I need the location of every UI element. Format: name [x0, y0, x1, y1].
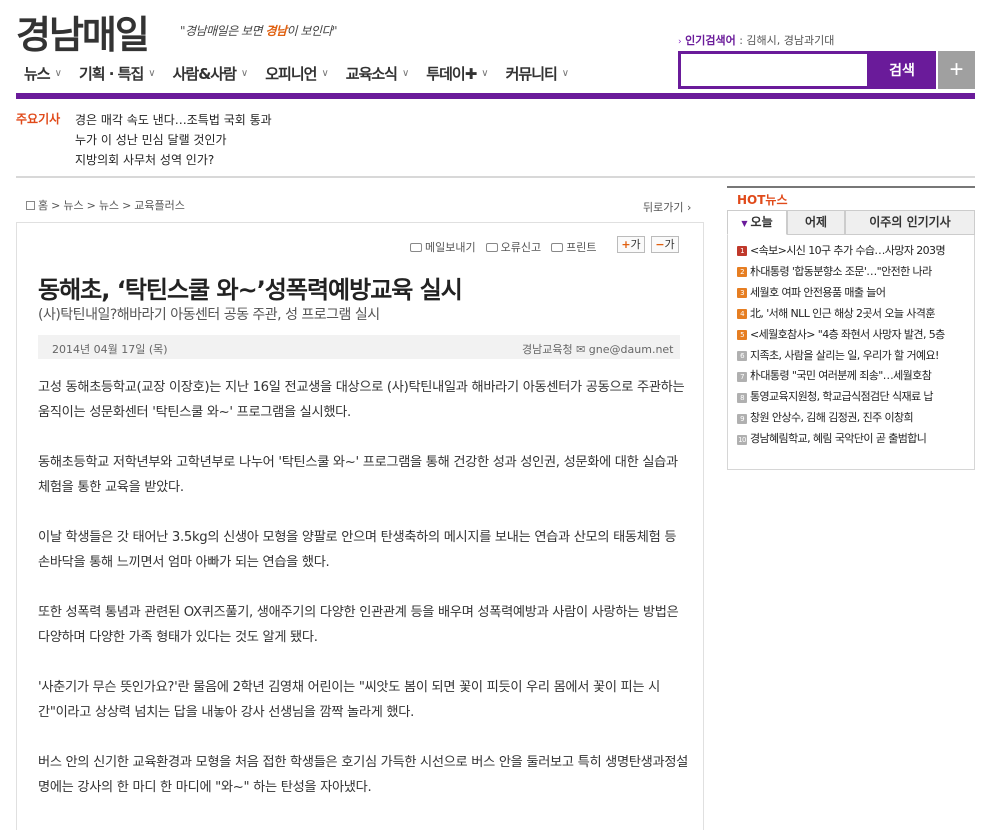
chevron-down-icon: ∨: [561, 68, 569, 79]
nav-item-opinion[interactable]: 오피니언 ∨: [265, 62, 329, 86]
breadcrumb-sep: >: [122, 198, 132, 212]
rank-badge: 7: [737, 371, 747, 382]
alert-icon: [485, 242, 498, 252]
main-nav: 뉴스 ∨ 기획 · 특집 ∨ 사람&사람 ∨ 오피니언 ∨ 교육소식 ∨ 투데이✚ ∨ 커뮤…: [24, 62, 586, 86]
breadcrumb-edu-plus[interactable]: 교육플러스: [134, 197, 185, 213]
hot-news-list: 1 <속보>시신 10구 추가 수습…사망자 203명 2 朴대통령 '합동분향소 …: [737, 241, 967, 450]
tab-yesterday[interactable]: 어제: [787, 210, 845, 235]
rank-badge: 1: [737, 246, 747, 257]
article-subtitle: (사)탁틴내일?해바라기 아동센터 공동 주관, 성 프로그램 실시: [38, 307, 380, 323]
rank-badge: 2: [737, 267, 747, 278]
article-paragraph: 이날 학생들은 갓 태어난 3.5kg의 신생아 모형을 양팔로 안으며 탄생축…: [38, 530, 677, 570]
rank-badge: 10: [737, 434, 747, 445]
site-slogan: "경남매일은 보면 경남이 보인다": [180, 24, 338, 38]
arrow-right-icon: ›: [678, 37, 682, 47]
rank-badge: 6: [737, 350, 747, 361]
chevron-down-icon: ∨: [401, 68, 409, 79]
breadcrumb: 홈 > 뉴스 > 뉴스 > 교육플러스: [26, 197, 188, 213]
search-input[interactable]: [681, 54, 867, 86]
hot-news-item[interactable]: 10 경남혜림학교, 혜림 국악단이 곧 출범합니: [737, 429, 967, 450]
tab-today[interactable]: ▼ 오늘: [727, 210, 787, 235]
tab-weekly-popular[interactable]: 이주의 인기기사: [845, 210, 975, 235]
breadcrumb-sep: >: [51, 198, 61, 212]
breadcrumb-news-sub[interactable]: 뉴스: [99, 197, 119, 213]
article-title: 동해초, ‘탁틴스쿨 와~’성폭력예방교육 실시: [38, 276, 463, 304]
header-divider: [16, 93, 975, 99]
nav-item-education[interactable]: 교육소식 ∨: [346, 62, 410, 86]
nav-item-people[interactable]: 사람&사람 ∨: [173, 62, 249, 86]
nav-item-community[interactable]: 커뮤니티 ∨: [506, 62, 570, 86]
email-button[interactable]: 메일보내기: [410, 239, 476, 255]
article-source[interactable]: 경남교육청 ✉ gne@daum.net: [522, 341, 674, 357]
sidebar-divider: [727, 186, 975, 188]
popular-search: › 인기검색어 : 김해시, 경남과기대: [678, 32, 834, 48]
hot-news-item[interactable]: 8 통영교육지원청, 학교급식점검단 식재료 납: [737, 387, 967, 408]
plus-button[interactable]: +: [938, 51, 975, 89]
article-body: 고성 동해초등학교(교장 이장호)는 지난 16일 전교생을 대상으로 (사)탁…: [38, 375, 688, 825]
hot-news-item[interactable]: 2 朴대통령 '합동분향소 조문'…"안전한 나라: [737, 262, 967, 283]
mail-icon: [410, 242, 422, 252]
hot-news-tabs: ▼ 오늘 어제 이주의 인기기사: [727, 210, 975, 235]
chevron-down-icon: ∨: [148, 68, 155, 79]
hot-news-title: HOT뉴스: [737, 193, 788, 207]
home-icon[interactable]: [26, 200, 35, 210]
headline-item[interactable]: 경은 매각 속도 낸다…조특법 국회 통과: [75, 110, 272, 130]
triangle-down-icon: ▼: [741, 219, 748, 228]
breadcrumb-sep: >: [86, 198, 96, 212]
article-paragraph: 버스 안의 신기한 교육환경과 모형을 처음 접한 학생들은 호기심 가득한 시…: [38, 755, 689, 795]
article-tools: 메일보내기 오류신고 프린트: [410, 239, 606, 255]
hot-news-item[interactable]: 5 <세월호참사> "4층 좌현서 사망자 발견, 5층: [737, 325, 967, 346]
headline-item[interactable]: 지방의회 사무처 성역 인가?: [75, 150, 272, 170]
headlines-label: 주요기사: [16, 112, 61, 126]
section-divider: [16, 176, 975, 178]
hot-news-item[interactable]: 3 세월호 여파 안전용품 매출 늘어: [737, 283, 967, 304]
site-logo[interactable]: 경남매일: [16, 12, 150, 58]
chevron-down-icon: ∨: [321, 68, 328, 79]
chevron-down-icon: ∨: [54, 68, 62, 79]
search-box: [678, 51, 870, 89]
headlines-list: 경은 매각 속도 낸다…조특법 국회 통과 누가 이 성난 민심 달랠 것인가 …: [75, 110, 272, 170]
article-paragraph: '사춘기가 무슨 뜻인가요?'란 물음에 2학년 김영채 어린이는 "씨앗도 봄…: [38, 680, 660, 720]
rank-badge: 8: [737, 392, 747, 403]
rank-badge: 5: [737, 330, 747, 341]
article-date: 2014년 04월 17일 (목): [52, 343, 168, 356]
hot-news-item[interactable]: 1 <속보>시신 10구 추가 수습…사망자 203명: [737, 241, 967, 262]
printer-icon: [551, 242, 564, 252]
article-paragraph: 동해초등학교 저학년부와 고학년부로 나누어 '탁틴스쿨 와~' 프로그램을 통…: [38, 455, 678, 495]
headline-item[interactable]: 누가 이 성난 민심 달랠 것인가: [75, 130, 272, 150]
article-paragraph: 고성 동해초등학교(교장 이장호)는 지난 16일 전교생을 대상으로 (사)탁…: [38, 380, 685, 420]
rank-badge: 3: [737, 288, 747, 299]
chevron-down-icon: ∨: [240, 68, 248, 79]
popular-search-terms[interactable]: : 김해시, 경남과기대: [739, 34, 834, 47]
nav-item-features[interactable]: 기획 · 특집 ∨: [79, 62, 156, 86]
search-button[interactable]: 검색: [868, 51, 936, 89]
article-meta: 2014년 04월 17일 (목) 경남교육청 ✉ gne@daum.net: [38, 335, 680, 359]
font-decrease-button[interactable]: −가: [651, 236, 679, 253]
hot-news-item[interactable]: 6 지족초, 사람을 살리는 일, 우리가 할 거예요!: [737, 346, 967, 367]
report-error-button[interactable]: 오류신고: [485, 239, 541, 255]
rank-badge: 4: [737, 309, 747, 320]
popular-search-label: 인기검색어: [685, 34, 736, 47]
hot-news-item[interactable]: 9 창원 안상수, 김해 김정권, 진주 이창희: [737, 408, 967, 429]
nav-item-news[interactable]: 뉴스 ∨: [24, 62, 62, 86]
font-increase-button[interactable]: +가: [617, 236, 645, 253]
back-link[interactable]: 뒤로가기 ›: [643, 199, 691, 215]
breadcrumb-home[interactable]: 홈: [38, 197, 48, 213]
nav-item-today[interactable]: 투데이✚ ∨: [426, 62, 488, 86]
breadcrumb-news[interactable]: 뉴스: [63, 197, 83, 213]
article-paragraph: 또한 성폭력 통념과 관련된 OX퀴즈풀기, 생애주기의 다양한 인관관계 등을…: [38, 605, 679, 645]
hot-news-item[interactable]: 4 北, '서해 NLL 인근 해상 2곳서 오늘 사격훈: [737, 304, 967, 325]
hot-news-item[interactable]: 7 朴대통령 "국민 여러분께 죄송"…세월호참: [737, 366, 967, 387]
rank-badge: 9: [737, 413, 747, 424]
print-button[interactable]: 프린트: [551, 239, 596, 255]
chevron-down-icon: ∨: [481, 68, 488, 79]
